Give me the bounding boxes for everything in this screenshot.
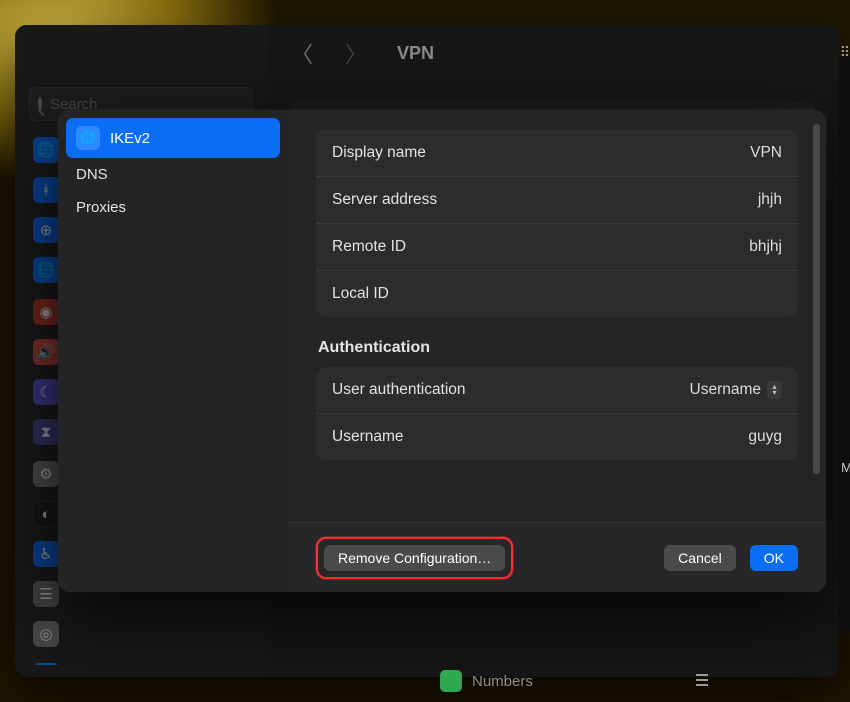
- globe-icon: 🌐: [33, 137, 59, 163]
- field-user-auth[interactable]: User authentication Username ▴▾: [316, 367, 798, 413]
- field-remote-id[interactable]: Remote ID bhjhj: [316, 223, 798, 270]
- connection-group: Display name VPN Server address jhjh Rem…: [316, 130, 798, 317]
- chevron-updown-icon: ▴▾: [767, 381, 782, 399]
- field-value[interactable]: guyg: [748, 428, 782, 446]
- sidebar-item[interactable]: ◎: [25, 615, 257, 653]
- field-value[interactable]: bhjhj: [749, 238, 782, 256]
- sheet-tab-label: DNS: [76, 166, 108, 183]
- field-label: Display name: [332, 144, 426, 162]
- forward-button[interactable]: 〉: [337, 33, 375, 73]
- field-value[interactable]: jhjh: [758, 191, 782, 209]
- field-label: Server address: [332, 191, 437, 209]
- content-header: 〈 〉 VPN: [267, 25, 839, 81]
- search-icon: [38, 97, 42, 111]
- sheet-tab-ikev2[interactable]: 🌐 IKEv2: [66, 118, 280, 158]
- cancel-button[interactable]: Cancel: [664, 545, 736, 571]
- field-username[interactable]: Username guyg: [316, 413, 798, 460]
- globe-icon: 🌐: [76, 126, 100, 150]
- app-name: Numbers: [472, 673, 533, 690]
- control-icon: ☰: [33, 581, 59, 607]
- page-title: VPN: [397, 43, 434, 64]
- network-icon: ⊕: [33, 217, 59, 243]
- sheet-form: Display name VPN Server address jhjh Rem…: [288, 110, 826, 522]
- annotation-highlight: Remove Configuration…: [316, 537, 513, 579]
- field-local-id[interactable]: Local ID: [316, 270, 798, 317]
- auth-group: User authentication Username ▴▾ Username…: [316, 367, 798, 460]
- field-display-name[interactable]: Display name VPN: [316, 130, 798, 176]
- focus-icon: ☾: [33, 379, 59, 405]
- select-value[interactable]: Username ▴▾: [690, 381, 783, 399]
- select-text: Username: [690, 381, 762, 399]
- field-label: User authentication: [332, 381, 466, 399]
- auth-section-title: Authentication: [318, 339, 796, 357]
- sound-icon: 🔊: [33, 339, 59, 365]
- scrollbar[interactable]: [813, 124, 820, 474]
- sheet-tab-label: Proxies: [76, 199, 126, 216]
- notifications-icon: ◉: [33, 299, 59, 325]
- sidebar-item-privacy[interactable]: ✋ Privacy & Security: [25, 657, 257, 665]
- vpn-icon: 🌐: [33, 257, 59, 283]
- sheet-footer: Remove Configuration… Cancel OK: [288, 522, 826, 592]
- sheet-tab-dns[interactable]: DNS: [66, 158, 280, 191]
- adjacent-window-glyph: M: [841, 460, 850, 475]
- general-icon: ⚙: [33, 461, 59, 487]
- vpn-config-sheet: 🌐 IKEv2 DNS Proxies Display name VPN Ser…: [58, 110, 826, 592]
- field-label: Remote ID: [332, 238, 406, 256]
- field-server-address[interactable]: Server address jhjh: [316, 176, 798, 223]
- appearance-icon: ◐: [33, 501, 59, 527]
- remove-configuration-button[interactable]: Remove Configuration…: [324, 545, 505, 571]
- field-value[interactable]: VPN: [750, 144, 782, 162]
- bluetooth-icon: ᚼ: [33, 177, 59, 203]
- siri-icon: ◎: [33, 621, 59, 647]
- sheet-tab-proxies[interactable]: Proxies: [66, 191, 280, 224]
- field-label: Local ID: [332, 285, 389, 303]
- accessibility-icon: ♿︎: [33, 541, 59, 567]
- ok-button[interactable]: OK: [750, 545, 798, 571]
- sheet-tab-label: IKEv2: [110, 130, 150, 147]
- hand-icon: ✋: [33, 663, 59, 665]
- back-button[interactable]: 〈: [283, 33, 321, 73]
- field-label: Username: [332, 428, 404, 446]
- adjacent-window-glyph: ⠿: [840, 44, 850, 61]
- dock-peek: Numbers: [440, 670, 533, 692]
- resize-handle-icon: [696, 674, 708, 686]
- app-icon: [440, 670, 462, 692]
- adjacent-window-edge: [840, 56, 850, 632]
- screentime-icon: ⧗: [33, 419, 59, 445]
- sheet-sidebar: 🌐 IKEv2 DNS Proxies: [58, 110, 288, 592]
